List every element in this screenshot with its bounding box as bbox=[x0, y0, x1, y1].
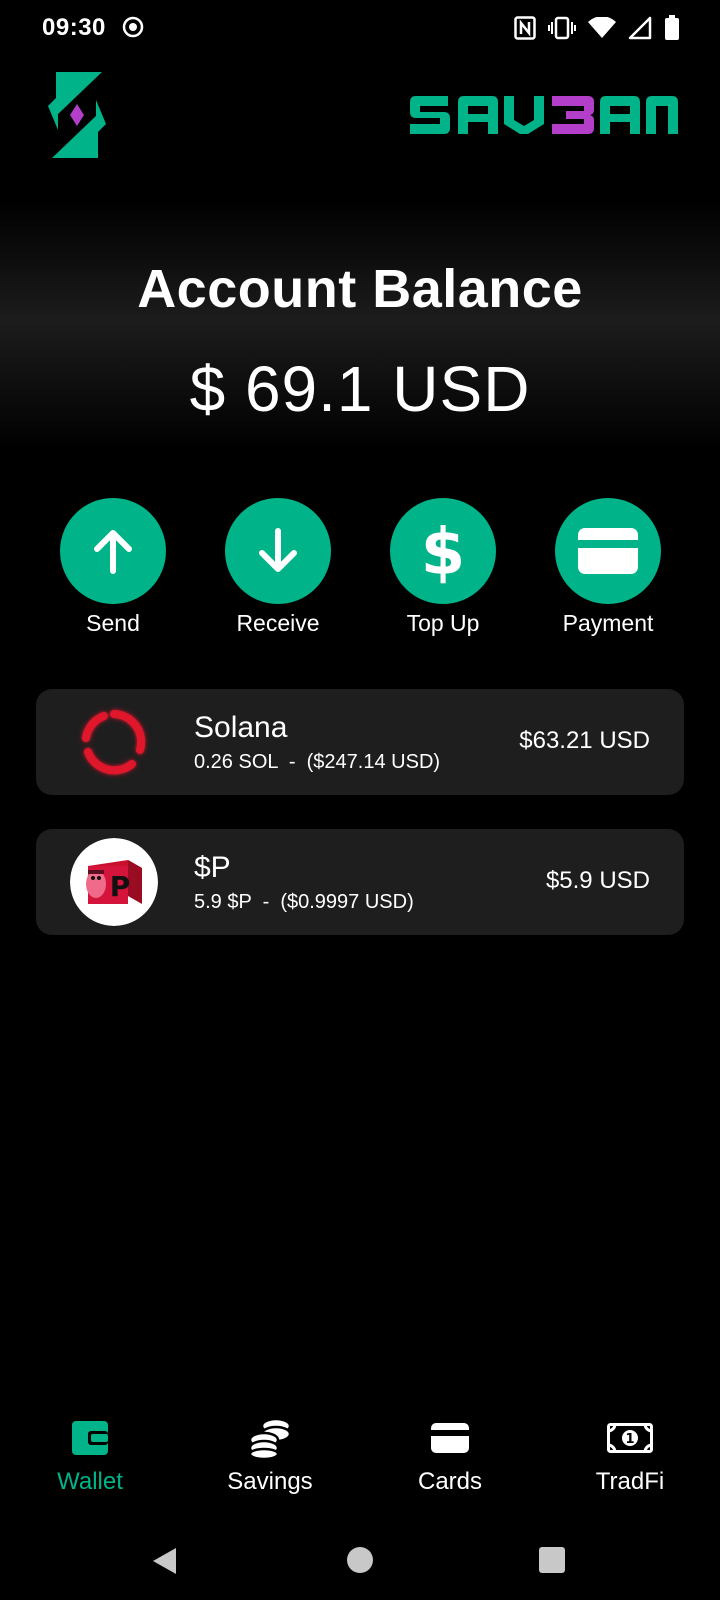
banknote-icon: 1 bbox=[607, 1423, 653, 1453]
receive-circle[interactable] bbox=[225, 498, 331, 604]
dollar-icon: $ bbox=[421, 516, 466, 586]
card-icon bbox=[578, 528, 638, 574]
brand-wordmark bbox=[410, 96, 678, 134]
nav-label: Wallet bbox=[57, 1468, 123, 1495]
token-row-solana[interactable]: Solana 0.26 SOL - ($247.14 USD) $63.21 U… bbox=[36, 689, 684, 795]
nav-cards[interactable]: Cards bbox=[360, 1414, 540, 1496]
top-up-circle[interactable]: $ bbox=[390, 498, 496, 604]
token-name: $P bbox=[194, 851, 231, 884]
nav-label: TradFi bbox=[595, 1468, 665, 1495]
arrow-down-icon bbox=[259, 528, 297, 572]
nav-label: Cards bbox=[417, 1468, 483, 1495]
token-value: $5.9 USD bbox=[545, 867, 650, 894]
status-icons bbox=[514, 14, 680, 42]
send-circle[interactable] bbox=[60, 498, 166, 604]
back-icon[interactable] bbox=[150, 1546, 180, 1576]
token-subtitle: 5.9 $P - ($0.9997 USD) bbox=[194, 891, 414, 913]
battery-icon bbox=[665, 15, 679, 40]
record-icon bbox=[122, 16, 144, 38]
receive-label: Receive bbox=[236, 610, 320, 636]
token-name: Solana bbox=[194, 711, 288, 744]
nav-savings[interactable]: Savings bbox=[180, 1414, 360, 1496]
solana-ring-icon bbox=[82, 710, 146, 775]
card-icon bbox=[431, 1423, 469, 1453]
payment-button[interactable]: Payment bbox=[538, 498, 678, 637]
wifi-icon bbox=[588, 17, 616, 38]
token-subtitle: 0.26 SOL - ($247.14 USD) bbox=[194, 751, 441, 773]
svg-text:1: 1 bbox=[625, 1432, 634, 1447]
token-row-p[interactable]: P $P 5.9 $P - ($0.9997 USD) $5.9 USD bbox=[36, 829, 684, 935]
bottom-nav: Wallet Savings Cards 1 TradFi bbox=[0, 1414, 720, 1514]
send-label: Send bbox=[86, 610, 140, 636]
nav-label: Savings bbox=[227, 1468, 313, 1495]
status-time: 09:30 bbox=[42, 14, 106, 41]
token-value: $63.21 USD bbox=[519, 727, 650, 754]
coins-icon bbox=[248, 1417, 292, 1460]
quick-actions: Send Receive $ Top Up Payment bbox=[0, 498, 720, 638]
svg-text:P: P bbox=[110, 870, 131, 903]
balance-amount: $ 69.1 USD bbox=[189, 353, 531, 425]
payment-label: Payment bbox=[562, 610, 654, 636]
signal-icon bbox=[628, 16, 652, 40]
wallet-icon bbox=[72, 1421, 108, 1455]
status-bar: 09:30 bbox=[0, 0, 720, 56]
system-nav-bar bbox=[0, 1530, 720, 1590]
nav-tradfi[interactable]: 1 TradFi bbox=[540, 1414, 720, 1496]
app-logo bbox=[48, 72, 106, 158]
arrow-up-icon bbox=[94, 530, 132, 574]
top-up-button[interactable]: $ Top Up bbox=[373, 498, 513, 637]
nav-wallet[interactable]: Wallet bbox=[0, 1414, 180, 1496]
payment-circle[interactable] bbox=[555, 498, 661, 604]
nfc-icon bbox=[514, 16, 536, 40]
svg-text:$: $ bbox=[421, 516, 466, 586]
p-token-icon: P bbox=[70, 838, 158, 926]
home-icon[interactable] bbox=[346, 1546, 374, 1574]
vibrate-icon bbox=[548, 16, 576, 40]
receive-button[interactable]: Receive bbox=[208, 498, 348, 637]
send-button[interactable]: Send bbox=[43, 498, 183, 637]
recents-icon[interactable] bbox=[538, 1546, 566, 1574]
top-up-label: Top Up bbox=[406, 610, 480, 636]
balance-title: Account Balance bbox=[137, 259, 583, 319]
